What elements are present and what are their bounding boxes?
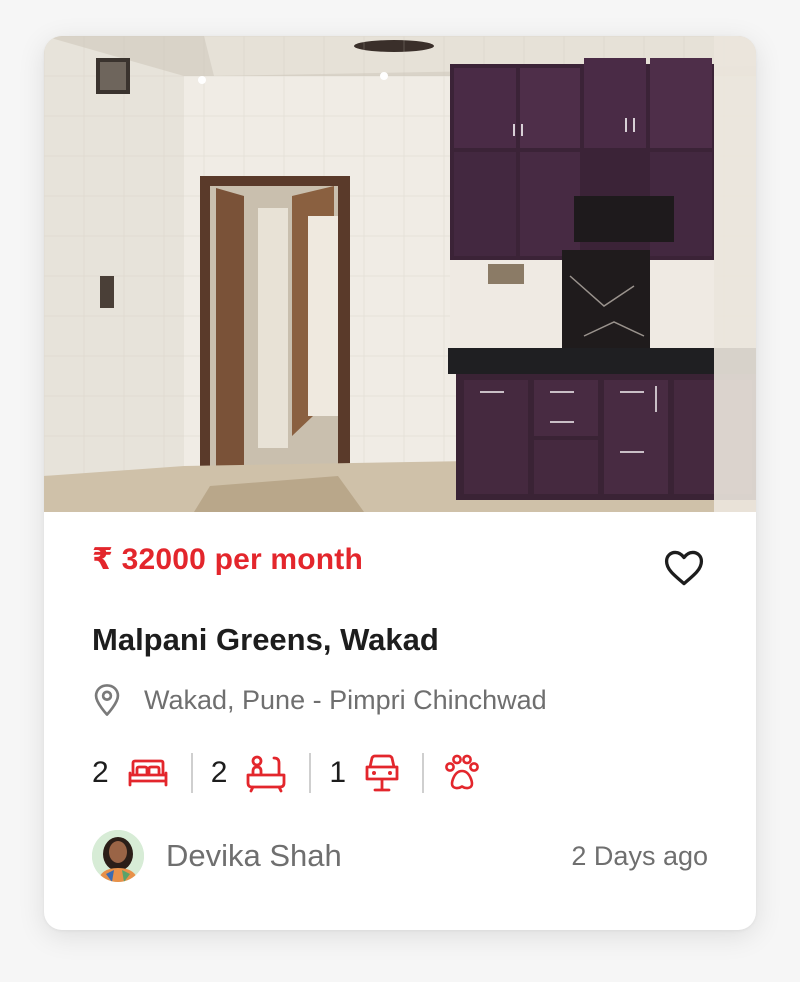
- bedroom-count: 2: [92, 756, 109, 789]
- owner-name[interactable]: Devika Shah: [166, 838, 342, 874]
- listing-location: Wakad, Pune - Pimpri Chinchwad: [92, 680, 547, 720]
- location-text: Wakad, Pune - Pimpri Chinchwad: [144, 684, 547, 715]
- property-card[interactable]: ₹ 32000 per month Malpani Greens, Wakad …: [44, 36, 756, 930]
- property-photo-image: [44, 36, 756, 512]
- feature-parking: 1: [329, 753, 400, 793]
- car-icon: [364, 753, 400, 793]
- feature-row: 2 2 1: [92, 748, 482, 798]
- property-photo[interactable]: [44, 36, 756, 512]
- listing-footer: Devika Shah 2 Days ago: [92, 826, 708, 886]
- bathtub-icon: [245, 753, 287, 793]
- feature-divider: [309, 753, 312, 793]
- posted-time: 2 Days ago: [571, 840, 708, 871]
- avatar[interactable]: [92, 830, 144, 882]
- listing-price: ₹ 32000 per month: [92, 543, 364, 576]
- feature-pets: [442, 753, 482, 793]
- favorite-button[interactable]: [660, 544, 708, 592]
- feature-bathrooms: 2: [211, 753, 288, 793]
- feature-divider: [422, 753, 425, 793]
- feature-divider: [190, 753, 193, 793]
- bathroom-count: 2: [210, 756, 228, 789]
- location-pin-icon: [92, 683, 126, 717]
- feature-bedrooms: 2: [92, 756, 169, 790]
- bed-icon: [127, 757, 169, 789]
- heart-icon: [664, 550, 704, 586]
- parking-count: 1: [329, 756, 347, 789]
- paw-icon: [442, 753, 482, 793]
- listing-title[interactable]: Malpani Greens, Wakad: [92, 622, 439, 658]
